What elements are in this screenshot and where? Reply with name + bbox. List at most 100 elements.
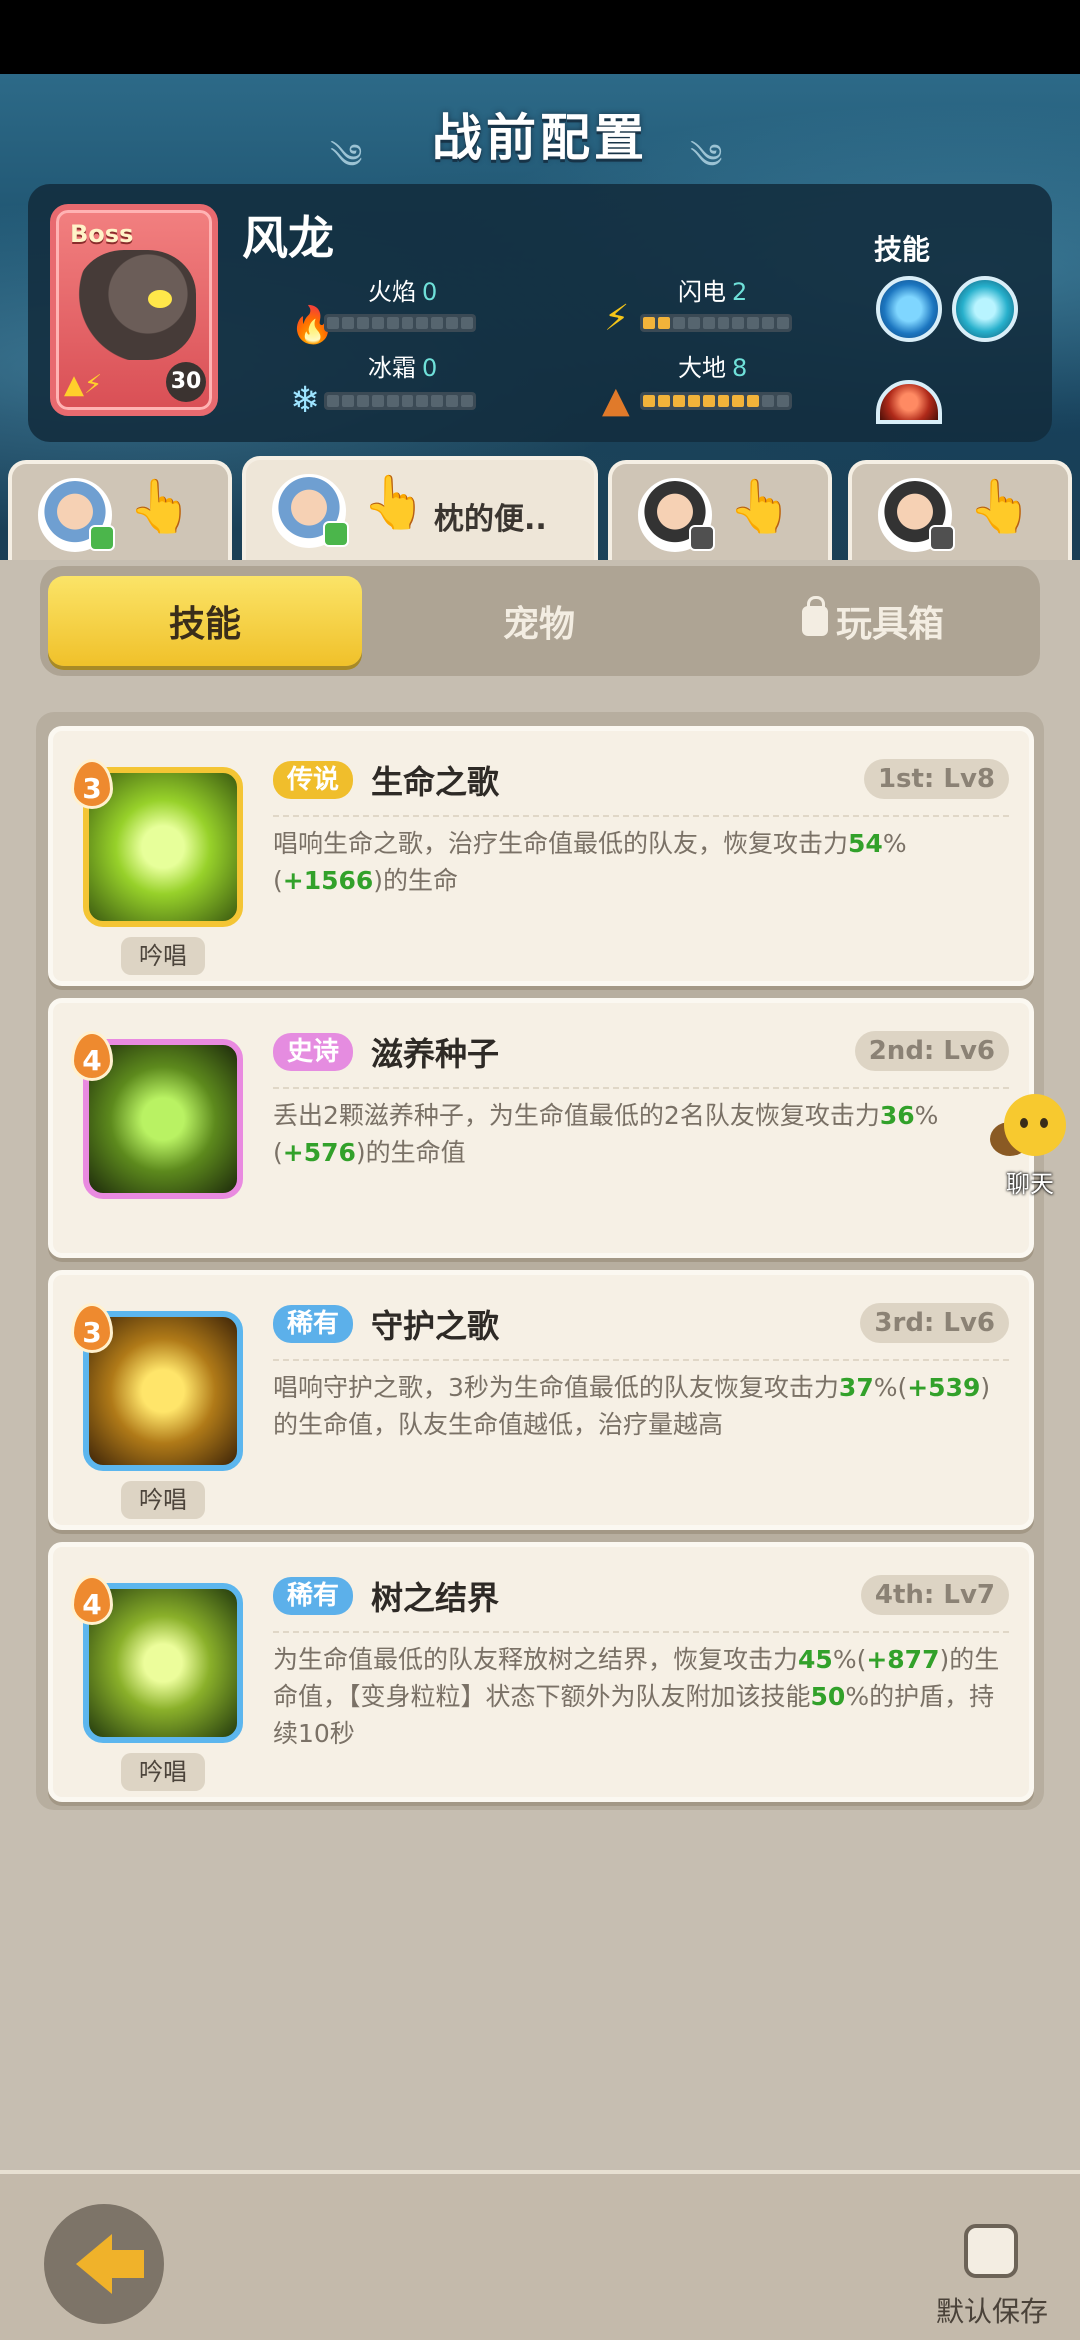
avatar bbox=[638, 478, 715, 552]
divider bbox=[273, 815, 1009, 817]
stat-segment bbox=[717, 395, 730, 407]
frost-icon: ❄ bbox=[290, 380, 321, 421]
stat-segment bbox=[327, 395, 339, 407]
skill-name: 树之结界 bbox=[371, 1579, 500, 1617]
stat-segment bbox=[327, 317, 339, 329]
chant-tag: 吟唱 bbox=[121, 937, 205, 975]
stat-segment bbox=[687, 317, 700, 329]
slot-level: 3rd: Lv6 bbox=[860, 1303, 1009, 1343]
skill-name: 生命之歌 bbox=[371, 763, 500, 801]
stat-segment bbox=[643, 317, 655, 329]
stat-segment bbox=[657, 317, 670, 329]
member-tab-3[interactable]: 👆 bbox=[608, 460, 832, 564]
segment-control: 技能 宠物 玩具箱 bbox=[40, 566, 1040, 676]
skill-card[interactable]: 4 吟唱 稀有 树之结界 4th: Lv7 为生命值最低的队友释放树之结界，恢复… bbox=[48, 1542, 1034, 1802]
stat-segment bbox=[416, 395, 429, 407]
stat-segment bbox=[747, 317, 760, 329]
divider bbox=[273, 1631, 1009, 1633]
boss-panel: Boss ▲⚡ 30 风龙 🔥 火焰 0 ⚡ 闪电 2 ❄ 冰霜 0 ▲ 大地 8 技能 bbox=[28, 184, 1052, 442]
member-tab-4[interactable]: 👆 bbox=[848, 460, 1072, 564]
status-icon bbox=[89, 525, 115, 551]
member-tab-1[interactable]: 👆 bbox=[8, 460, 232, 564]
stat-segment bbox=[461, 395, 474, 407]
back-button[interactable] bbox=[44, 2204, 164, 2324]
skill-description: 唱响守护之歌，3秒为生命值最低的队友恢复攻击力37%(+539)的生命值，队友生… bbox=[273, 1373, 991, 1439]
boss-level-badge: 30 bbox=[166, 362, 206, 402]
stat-segment bbox=[777, 317, 790, 329]
stat-segment bbox=[341, 395, 354, 407]
stat-segment bbox=[356, 395, 369, 407]
rarity-badge: 史诗 bbox=[273, 1033, 354, 1071]
lightning-icon: ⚡ bbox=[604, 298, 630, 339]
stat-segment bbox=[446, 395, 459, 407]
stat-bar-fire bbox=[324, 314, 476, 332]
boss-tag: Boss bbox=[70, 220, 134, 248]
chant-tag: 吟唱 bbox=[121, 1753, 205, 1791]
stat-segment bbox=[643, 395, 655, 407]
default-save-checkbox[interactable] bbox=[964, 2224, 1018, 2278]
status-icon bbox=[929, 525, 955, 551]
stat-label-frost: 冰霜 0 bbox=[368, 354, 438, 382]
member-tab-2[interactable]: 👆 枕的便.. bbox=[242, 456, 598, 568]
stat-bar-lightning bbox=[640, 314, 792, 332]
stat-segment bbox=[371, 317, 384, 329]
stat-segment bbox=[702, 317, 715, 329]
chat-label: 聊天 bbox=[1006, 1170, 1054, 1198]
stat-label-earth: 大地 8 bbox=[678, 354, 748, 382]
tab-skills[interactable]: 技能 bbox=[48, 576, 362, 666]
back-arrow-icon bbox=[76, 2234, 144, 2294]
skill-card[interactable]: 3 吟唱 传说 生命之歌 1st: Lv8 唱响生命之歌，治疗生命值最低的队友，… bbox=[48, 726, 1034, 986]
skill-description: 丢出2颗滋养种子，为生命值最低的2名队友恢复攻击力36%(+576)的生命值 bbox=[273, 1101, 939, 1167]
stat-segment bbox=[747, 395, 760, 407]
stat-segment bbox=[672, 395, 685, 407]
rarity-badge: 稀有 bbox=[273, 1305, 354, 1343]
stat-segment bbox=[431, 395, 444, 407]
status-icon bbox=[323, 521, 349, 547]
stat-segment bbox=[446, 317, 459, 329]
boss-card[interactable]: Boss ▲⚡ 30 bbox=[50, 204, 218, 416]
stat-segment bbox=[717, 317, 730, 329]
hand-icon: 👆 bbox=[128, 477, 193, 537]
boss-name: 风龙 bbox=[242, 211, 334, 265]
earth-lightning-icon: ▲⚡ bbox=[64, 370, 103, 400]
stat-segment bbox=[777, 395, 790, 407]
boss-skill-orb[interactable] bbox=[876, 276, 942, 342]
rarity-badge: 传说 bbox=[273, 761, 354, 799]
stat-segment bbox=[657, 395, 670, 407]
divider bbox=[273, 1087, 1009, 1089]
status-bar bbox=[0, 0, 1080, 74]
slot-level: 1st: Lv8 bbox=[863, 759, 1009, 799]
skill-card[interactable]: 3 吟唱 稀有 守护之歌 3rd: Lv6 唱响守护之歌，3秒为生命值最低的队友… bbox=[48, 1270, 1034, 1530]
tab-toybox[interactable]: 玩具箱 bbox=[716, 576, 1030, 666]
hand-icon: 👆 bbox=[728, 477, 793, 537]
chat-button[interactable]: 聊天 bbox=[990, 1094, 1070, 1204]
boss-portrait bbox=[76, 250, 196, 360]
hand-icon: 👆 bbox=[362, 473, 427, 533]
boss-skill-orb[interactable] bbox=[952, 276, 1018, 342]
stat-segment bbox=[672, 317, 685, 329]
stat-segment bbox=[431, 317, 444, 329]
rarity-badge: 稀有 bbox=[273, 1577, 354, 1615]
skill-card[interactable]: 4 史诗 滋养种子 2nd: Lv6 丢出2颗滋养种子，为生命值最低的2名队友恢… bbox=[48, 998, 1034, 1258]
stat-segment bbox=[762, 317, 775, 329]
stat-segment bbox=[341, 317, 354, 329]
hand-icon: 👆 bbox=[968, 477, 1033, 537]
stat-bar-frost bbox=[324, 392, 476, 410]
stat-segment bbox=[401, 317, 414, 329]
stat-segment bbox=[401, 395, 414, 407]
boss-skills-label: 技能 bbox=[874, 233, 931, 266]
tab-pets[interactable]: 宠物 bbox=[382, 576, 696, 666]
boss-eye bbox=[148, 290, 172, 308]
skill-name: 滋养种子 bbox=[371, 1035, 500, 1073]
stat-segment bbox=[702, 395, 715, 407]
stat-label-fire: 火焰 0 bbox=[368, 278, 438, 306]
stat-segment bbox=[356, 317, 369, 329]
skill-description: 为生命值最低的队友释放树之结界，恢复攻击力45%(+877)的生命值，【变身粒粒… bbox=[273, 1645, 1000, 1748]
slot-level: 4th: Lv7 bbox=[860, 1575, 1009, 1615]
stat-segment bbox=[762, 395, 775, 407]
smiley-icon bbox=[1004, 1094, 1066, 1156]
stat-segment bbox=[461, 317, 474, 329]
boss-skill-orb[interactable] bbox=[876, 380, 942, 424]
stat-segment bbox=[732, 395, 745, 407]
stat-segment bbox=[386, 317, 399, 329]
